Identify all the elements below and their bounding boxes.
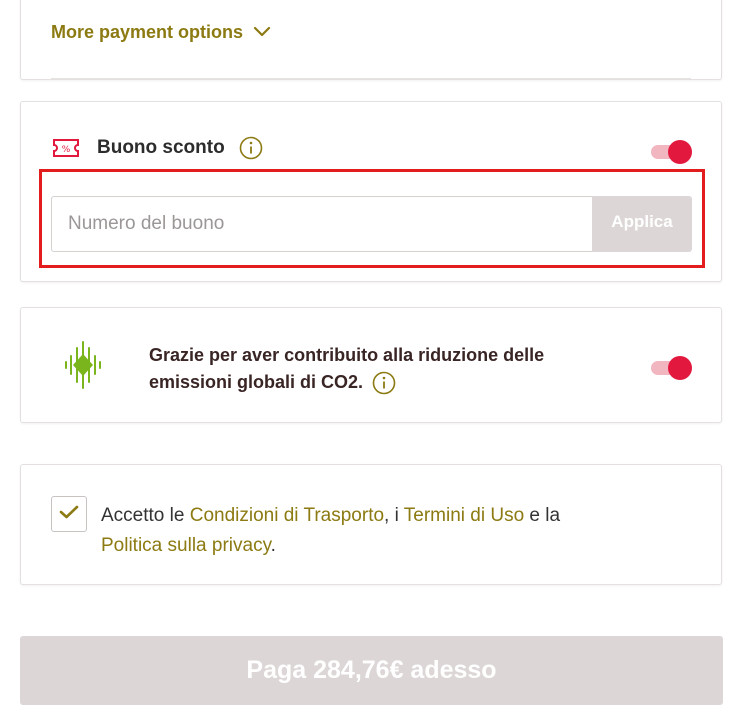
link-terms-of-use[interactable]: Termini di Uso (404, 505, 524, 526)
apply-voucher-button[interactable]: Applica (592, 196, 692, 252)
info-icon[interactable] (239, 136, 263, 160)
payment-options-card: More payment options (20, 0, 722, 80)
chevron-down-icon (253, 22, 271, 43)
voucher-card: % Buono sconto Applica (20, 101, 722, 282)
divider (51, 78, 691, 79)
voucher-header: % Buono sconto (51, 136, 263, 160)
more-payment-options-label: More payment options (51, 22, 244, 42)
voucher-number-input[interactable] (51, 196, 592, 252)
more-payment-options-toggle[interactable]: More payment options (51, 22, 271, 43)
svg-text:%: % (62, 145, 71, 155)
pay-now-button[interactable]: Paga 284,76€ adesso (20, 636, 723, 705)
toggle-knob (668, 140, 692, 164)
terms-separator: e la (524, 505, 561, 526)
co2-card: Grazie per aver contribuito alla riduzio… (20, 307, 722, 423)
co2-message: Grazie per aver contribuito alla riduzio… (149, 342, 589, 396)
terms-prefix: Accetto le (101, 505, 190, 526)
co2-message-text: Grazie per aver contribuito alla riduzio… (149, 345, 545, 392)
voucher-toggle[interactable] (651, 140, 692, 164)
toggle-knob (668, 356, 692, 380)
terms-card: Accetto le Condizioni di Trasporto, i Te… (20, 464, 722, 585)
checkmark-icon (59, 504, 79, 525)
accept-terms-checkbox[interactable] (51, 496, 87, 532)
terms-separator: , i (384, 505, 404, 526)
co2-leaf-icon (63, 340, 103, 395)
link-privacy-policy[interactable]: Politica sulla privacy (101, 535, 271, 556)
voucher-title: Buono sconto (97, 137, 225, 158)
terms-text: Accetto le Condizioni di Trasporto, i Te… (101, 501, 621, 561)
terms-suffix: . (270, 535, 276, 556)
link-conditions-of-carriage[interactable]: Condizioni di Trasporto (190, 505, 384, 526)
voucher-ticket-icon: % (51, 138, 81, 158)
info-icon[interactable] (372, 371, 396, 395)
co2-toggle[interactable] (651, 356, 692, 380)
